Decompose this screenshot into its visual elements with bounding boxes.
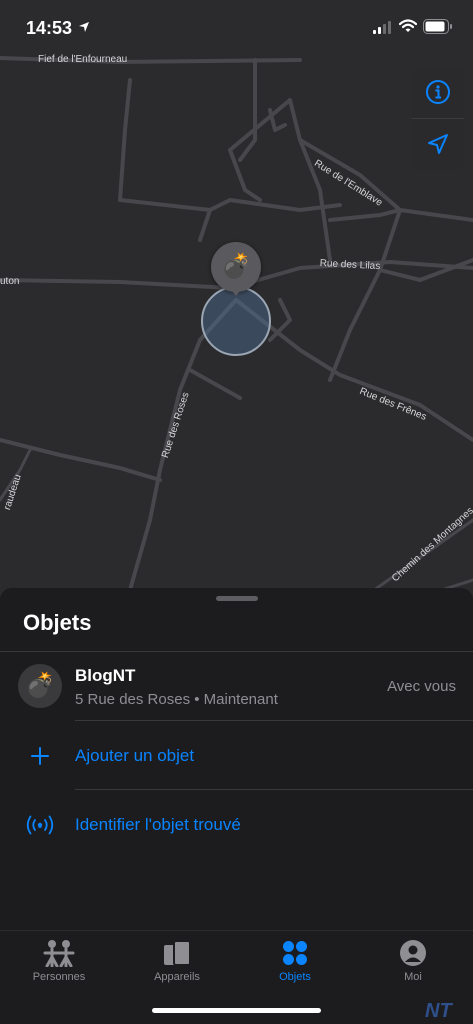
tab-items[interactable]: Objets [236, 937, 354, 997]
broadcast-icon [24, 811, 56, 839]
bomb-icon: 💣 [221, 253, 251, 280]
person-circle-icon [400, 940, 426, 966]
identify-item-label: Identifier l'objet trouvé [75, 815, 241, 834]
location-accuracy-circle [201, 286, 271, 356]
item-avatar: 💣 [18, 664, 62, 708]
info-button[interactable] [412, 66, 464, 118]
location-arrow-icon [428, 134, 448, 154]
sheet-grabber[interactable] [216, 596, 258, 601]
status-bar: 14:53 [0, 0, 473, 56]
add-item-button[interactable]: Ajouter un objet [0, 722, 473, 790]
watermark-logo: NT [425, 1000, 452, 1022]
divider [0, 651, 473, 652]
map-controls [412, 66, 464, 170]
tab-label: Appareils [154, 971, 200, 983]
signal-icon [373, 21, 391, 34]
street-label: uton [0, 276, 20, 287]
identify-found-item-button[interactable]: Identifier l'objet trouvé [0, 791, 473, 859]
devices-icon [164, 940, 191, 966]
battery-icon [423, 19, 452, 34]
tab-label: Personnes [32, 971, 86, 983]
tab-label: Moi [404, 971, 422, 983]
plus-icon [24, 742, 56, 770]
tab-label: Objets [279, 971, 311, 983]
item-location: 5 Rue des Roses • Maintenant [75, 691, 278, 708]
location-arrow-icon [79, 22, 89, 32]
items-sheet: Objets 💣 BlogNT 5 Rue des Roses • Mainte… [0, 588, 473, 930]
divider [75, 789, 473, 790]
wifi-icon [399, 19, 417, 32]
home-indicator[interactable] [152, 1008, 321, 1013]
people-icon [43, 940, 75, 967]
tab-devices[interactable]: Appareils [118, 937, 236, 997]
items-icon [283, 941, 307, 965]
locate-me-button[interactable] [412, 118, 464, 170]
sheet-title: Objets [23, 610, 92, 635]
item-name: BlogNT [75, 666, 136, 685]
tab-me[interactable]: Moi [354, 937, 472, 997]
divider [75, 720, 473, 721]
item-map-pin[interactable]: 💣 [211, 242, 261, 292]
item-status: Avec vous [387, 678, 456, 695]
item-row-blognt[interactable]: 💣 BlogNT 5 Rue des Roses • Maintenant Av… [0, 654, 473, 722]
status-time: 14:53 [26, 18, 73, 38]
pin-tail [230, 288, 242, 296]
add-item-label: Ajouter un objet [75, 746, 195, 765]
info-icon [426, 80, 450, 104]
tab-people[interactable]: Personnes [0, 937, 118, 997]
bomb-icon: 💣 [25, 672, 55, 699]
